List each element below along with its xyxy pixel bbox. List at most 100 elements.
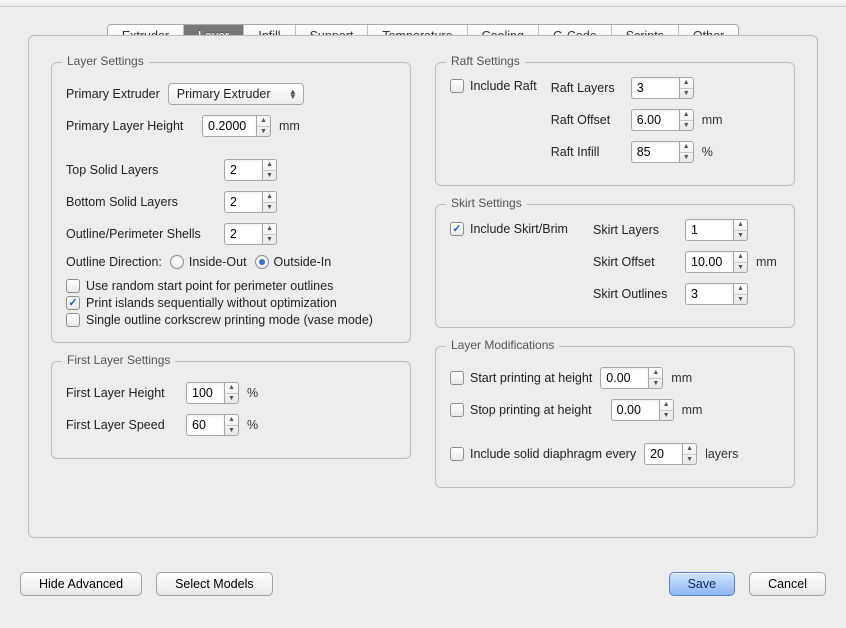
step-down-icon[interactable]: ▼ (257, 127, 270, 137)
step-down-icon[interactable]: ▼ (649, 379, 662, 389)
stop-height-input[interactable] (611, 399, 659, 421)
top-solid-layers-input[interactable] (224, 159, 262, 181)
step-down-icon[interactable]: ▼ (683, 455, 696, 465)
step-down-icon[interactable]: ▼ (660, 411, 673, 421)
step-down-icon[interactable]: ▼ (263, 235, 276, 245)
step-down-icon[interactable]: ▼ (263, 203, 276, 213)
step-up-icon[interactable]: ▲ (680, 142, 693, 153)
step-down-icon[interactable]: ▼ (680, 89, 693, 99)
step-up-icon[interactable]: ▲ (734, 220, 747, 231)
first-layer-speed-stepper[interactable]: ▲▼ (186, 414, 239, 436)
radio-dot-icon (170, 255, 184, 269)
step-down-icon[interactable]: ▼ (734, 263, 747, 273)
bottom-solid-layers-input[interactable] (224, 191, 262, 213)
checkbox-start-height[interactable]: Start printing at height (450, 371, 592, 385)
save-button[interactable]: Save (669, 572, 736, 596)
checkbox-include-skirt[interactable]: Include Skirt/Brim (450, 222, 568, 236)
select-arrows-icon: ▲▼ (287, 89, 299, 99)
unit-mm: mm (702, 113, 723, 127)
checkbox-vase-mode[interactable]: Single outline corkscrew printing mode (… (66, 313, 373, 327)
raft-offset-label: Raft Offset (551, 113, 623, 127)
first-layer-height-label: First Layer Height (66, 386, 178, 400)
primary-layer-height-label: Primary Layer Height (66, 119, 194, 133)
raft-layers-stepper[interactable]: ▲▼ (631, 77, 694, 99)
diaphragm-input[interactable] (644, 443, 682, 465)
step-up-icon[interactable]: ▲ (225, 415, 238, 426)
outline-direction-label: Outline Direction: (66, 255, 162, 269)
skirt-layers-stepper[interactable]: ▲▼ (685, 219, 748, 241)
step-down-icon[interactable]: ▼ (225, 394, 238, 404)
checkbox-icon (66, 279, 80, 293)
hide-advanced-button[interactable]: Hide Advanced (20, 572, 142, 596)
first-layer-height-input[interactable] (186, 382, 224, 404)
skirt-layers-label: Skirt Layers (593, 223, 677, 237)
step-down-icon[interactable]: ▼ (225, 426, 238, 436)
raft-infill-input[interactable] (631, 141, 679, 163)
step-down-icon[interactable]: ▼ (263, 171, 276, 181)
cancel-button[interactable]: Cancel (749, 572, 826, 596)
bottom-solid-layers-stepper[interactable]: ▲▼ (224, 191, 277, 213)
first-layer-speed-input[interactable] (186, 414, 224, 436)
checkbox-print-islands[interactable]: Print islands sequentially without optim… (66, 296, 337, 310)
unit-mm: mm (756, 255, 780, 269)
radio-inside-out[interactable]: Inside-Out (170, 255, 247, 269)
step-down-icon[interactable]: ▼ (734, 231, 747, 241)
step-up-icon[interactable]: ▲ (734, 252, 747, 263)
radio-outside-in[interactable]: Outside-In (255, 255, 332, 269)
skirt-outlines-stepper[interactable]: ▲▼ (685, 283, 748, 305)
group-first-layer-settings: First Layer Settings First Layer Height … (51, 361, 411, 459)
raft-infill-stepper[interactable]: ▲▼ (631, 141, 694, 163)
step-up-icon[interactable]: ▲ (683, 444, 696, 455)
checkbox-icon (450, 403, 464, 417)
footer-buttons: Hide Advanced Select Models Save Cancel (20, 572, 826, 596)
step-down-icon[interactable]: ▼ (680, 121, 693, 131)
bottom-solid-layers-label: Bottom Solid Layers (66, 195, 216, 209)
skirt-offset-stepper[interactable]: ▲▼ (685, 251, 748, 273)
group-raft-settings: Raft Settings Include Raft Raft Layers ▲… (435, 62, 795, 186)
checkbox-diaphragm[interactable]: Include solid diaphragm every (450, 447, 636, 461)
step-down-icon[interactable]: ▼ (734, 295, 747, 305)
primary-layer-height-stepper[interactable]: ▲▼ (202, 115, 271, 137)
step-up-icon[interactable]: ▲ (649, 368, 662, 379)
unit-layers: layers (705, 447, 738, 461)
diaphragm-stepper[interactable]: ▲▼ (644, 443, 697, 465)
raft-layers-input[interactable] (631, 77, 679, 99)
step-up-icon[interactable]: ▲ (660, 400, 673, 411)
raft-offset-stepper[interactable]: ▲▼ (631, 109, 694, 131)
step-up-icon[interactable]: ▲ (257, 116, 270, 127)
outline-shells-stepper[interactable]: ▲▼ (224, 223, 277, 245)
skirt-layers-input[interactable] (685, 219, 733, 241)
checkbox-include-raft[interactable]: Include Raft (450, 79, 537, 93)
first-layer-height-stepper[interactable]: ▲▼ (186, 382, 239, 404)
step-up-icon[interactable]: ▲ (734, 284, 747, 295)
primary-layer-height-input[interactable] (202, 115, 256, 137)
outline-shells-label: Outline/Perimeter Shells (66, 227, 216, 241)
checkbox-random-start[interactable]: Use random start point for perimeter out… (66, 279, 333, 293)
step-up-icon[interactable]: ▲ (263, 160, 276, 171)
top-solid-layers-stepper[interactable]: ▲▼ (224, 159, 277, 181)
checkbox-stop-height[interactable]: Stop printing at height (450, 403, 592, 417)
primary-extruder-select[interactable]: Primary Extruder ▲▼ (168, 83, 304, 105)
checkbox-icon (450, 222, 464, 236)
step-up-icon[interactable]: ▲ (680, 78, 693, 89)
outline-shells-input[interactable] (224, 223, 262, 245)
raft-offset-input[interactable] (631, 109, 679, 131)
group-title: Skirt Settings (446, 196, 527, 210)
step-up-icon[interactable]: ▲ (225, 383, 238, 394)
step-up-icon[interactable]: ▲ (263, 224, 276, 235)
skirt-outlines-input[interactable] (685, 283, 733, 305)
group-skirt-settings: Skirt Settings Include Skirt/Brim Skirt … (435, 204, 795, 328)
first-layer-speed-label: First Layer Speed (66, 418, 178, 432)
group-title: Layer Modifications (446, 338, 559, 352)
checkbox-icon (66, 296, 80, 310)
select-models-button[interactable]: Select Models (156, 572, 273, 596)
step-down-icon[interactable]: ▼ (680, 153, 693, 163)
step-up-icon[interactable]: ▲ (263, 192, 276, 203)
stop-height-stepper[interactable]: ▲▼ (611, 399, 674, 421)
start-height-stepper[interactable]: ▲▼ (600, 367, 663, 389)
skirt-offset-input[interactable] (685, 251, 733, 273)
checkbox-icon (450, 371, 464, 385)
unit-mm: mm (682, 403, 703, 417)
step-up-icon[interactable]: ▲ (680, 110, 693, 121)
start-height-input[interactable] (600, 367, 648, 389)
